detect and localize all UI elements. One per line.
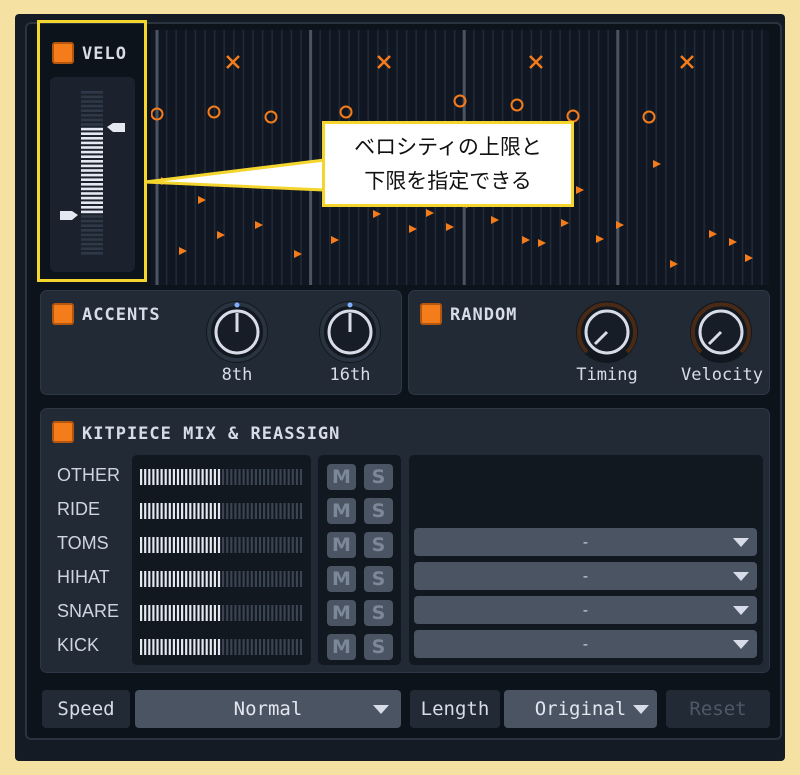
solo-button[interactable]: S [364,566,393,592]
accents-title: ACCENTS [82,305,161,325]
callout-line-2: 下限を指定できる [364,169,532,193]
kitpiece-row-label: RIDE [57,499,101,519]
drum-hit-mark [373,210,381,218]
kitpiece-row-label: KICK [57,635,100,655]
mute-button[interactable]: M [327,532,356,558]
length-select[interactable]: Original [504,690,657,728]
kitpiece-row-label: HIHAT [57,567,110,587]
speed-value: Normal [233,698,303,720]
reassign-value: - [582,533,589,551]
reassign-dropdown[interactable]: - [414,528,757,556]
accent-16th-label: 16th [329,365,371,385]
length-label: Length [410,690,500,728]
cymbal-hit-mark [226,55,240,69]
solo-button[interactable]: S [364,464,393,490]
reset-button[interactable]: Reset [666,690,770,728]
chevron-down-icon [733,572,749,581]
random-timing-knob[interactable] [576,301,638,363]
kitpiece-level-fader[interactable] [140,569,305,589]
speed-label: Speed [42,690,130,728]
solo-button[interactable]: S [364,600,393,626]
mute-button[interactable]: M [327,634,356,660]
solo-button[interactable]: S [364,634,393,660]
drum-hit-mark [331,236,339,244]
drum-hit-mark [538,239,546,247]
callout-pointer [144,158,327,192]
cymbal-hit-mark [680,55,694,69]
reassign-value: - [582,635,589,653]
velo-range-slider[interactable] [50,77,135,272]
reassign-value: - [582,601,589,619]
reassign-value: - [582,567,589,585]
drum-hit-mark [255,221,263,229]
kitpiece-row-label: TOMS [57,533,109,553]
knob-dial-icon [691,302,751,355]
callout-line-1: ベロシティの上限と [354,135,542,159]
kitpiece-level-fader[interactable] [140,603,305,623]
drum-hit-mark [522,236,530,244]
reassign-dropdown[interactable]: - [414,596,757,624]
drum-hit-mark [616,221,624,229]
accent-8th-label: 8th [221,365,253,385]
solo-button[interactable]: S [364,532,393,558]
velo-enable-toggle[interactable] [52,42,74,64]
drum-hit-mark [446,223,454,231]
chevron-down-icon [733,606,749,615]
kitpiece-level-fader[interactable] [140,467,305,487]
upper-limit-handle-icon[interactable] [107,123,125,132]
mute-button[interactable]: M [327,464,356,490]
drum-hit-mark [561,219,569,227]
cymbal-hit-mark [377,55,391,69]
kitpiece-row-label: OTHER [57,465,120,485]
drum-hit-mark [426,209,434,217]
velo-title: VELO [82,44,127,64]
accents-enable-toggle[interactable] [52,303,74,325]
kitpiece-level-fader[interactable] [140,637,305,657]
lower-limit-handle-icon[interactable] [60,211,78,220]
knob-dial-icon [207,302,267,362]
drum-hit-mark [653,160,661,168]
kitpiece-enable-toggle[interactable] [52,421,74,443]
drum-hit-mark [709,230,717,238]
random-title: RANDOM [450,305,518,325]
accent-16th-knob[interactable] [319,301,381,363]
kitpiece-level-fader[interactable] [140,535,305,555]
accent-8th-knob[interactable] [206,301,268,363]
speed-select[interactable]: Normal [135,690,401,728]
knob-dial-icon [577,302,637,355]
velocity-range-callout: ベロシティの上限と 下限を指定できる [322,121,574,207]
drum-hit-mark [670,260,678,268]
velo-range-bars [60,91,125,255]
chevron-down-icon [373,705,389,714]
kitpiece-title: KITPIECE MIX & REASSIGN [82,424,341,444]
solo-button[interactable]: S [364,498,393,524]
kitpiece-row-label: SNARE [57,601,120,621]
mute-button[interactable]: M [327,566,356,592]
reassign-dropdown[interactable]: - [414,630,757,658]
hihat-hit-mark [339,105,353,119]
drum-hit-mark [491,216,499,224]
mute-button[interactable]: M [327,498,356,524]
mute-button[interactable]: M [327,600,356,626]
chevron-down-icon [633,705,649,714]
random-velocity-knob[interactable] [690,301,752,363]
random-enable-toggle[interactable] [420,303,442,325]
random-velocity-label: Velocity [681,365,763,385]
length-value: Original [534,698,627,720]
reassign-dropdown[interactable]: - [414,562,757,590]
drum-hit-mark [596,235,604,243]
knob-dial-icon [320,302,380,362]
chevron-down-icon [733,538,749,547]
hihat-hit-mark [510,98,524,112]
kitpiece-level-fader[interactable] [140,501,305,521]
random-timing-label: Timing [576,365,638,385]
chevron-down-icon [733,640,749,649]
hihat-hit-mark [264,110,278,124]
hihat-hit-mark [642,110,656,124]
